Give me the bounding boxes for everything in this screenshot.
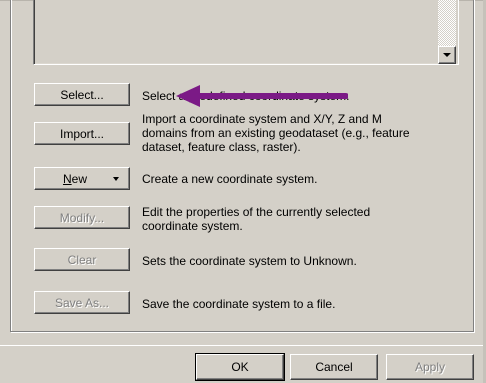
new-description: Create a new coordinate system.	[142, 172, 318, 186]
modify-button[interactable]: Modify...	[34, 206, 130, 229]
clear-button[interactable]: Clear	[34, 248, 130, 271]
coordinate-system-dialog: Select... Select a predefined coordinate…	[0, 0, 486, 383]
new-button[interactable]: New	[34, 167, 130, 190]
annotation-arrow-icon	[176, 85, 348, 107]
cancel-button-label: Cancel	[315, 360, 353, 374]
scroll-down-button[interactable]	[438, 46, 456, 64]
modify-button-label: Modify...	[59, 210, 105, 225]
save-as-description: Save the coordinate system to a file.	[142, 297, 336, 311]
scroll-down-arrow-icon	[443, 53, 451, 57]
save-as-button[interactable]: Save As...	[34, 291, 130, 314]
new-button-label-rest: ew	[71, 171, 87, 186]
ok-button[interactable]: OK	[195, 353, 285, 381]
import-description: Import a coordinate system and X/Y, Z an…	[142, 112, 410, 154]
select-button[interactable]: Select...	[34, 83, 130, 106]
coordinate-system-details-box[interactable]	[33, 0, 459, 65]
cancel-button[interactable]: Cancel	[290, 354, 378, 380]
new-button-mnemonic: N	[62, 171, 72, 186]
select-button-label: Select...	[60, 87, 104, 102]
ok-button-label: OK	[231, 360, 249, 374]
new-button-label: New	[63, 172, 87, 186]
bottom-separator	[0, 345, 486, 346]
modify-description: Edit the properties of the currently sel…	[142, 205, 371, 233]
import-button[interactable]: Import...	[34, 122, 130, 145]
save-as-button-label: Save As...	[54, 295, 110, 310]
apply-button[interactable]: Apply	[386, 354, 474, 380]
clear-button-label: Clear	[67, 252, 97, 267]
clear-description: Sets the coordinate system to Unknown.	[142, 254, 357, 268]
dropdown-arrow-icon	[113, 177, 119, 181]
apply-button-label: Apply	[414, 360, 446, 374]
import-button-label: Import...	[59, 126, 104, 141]
